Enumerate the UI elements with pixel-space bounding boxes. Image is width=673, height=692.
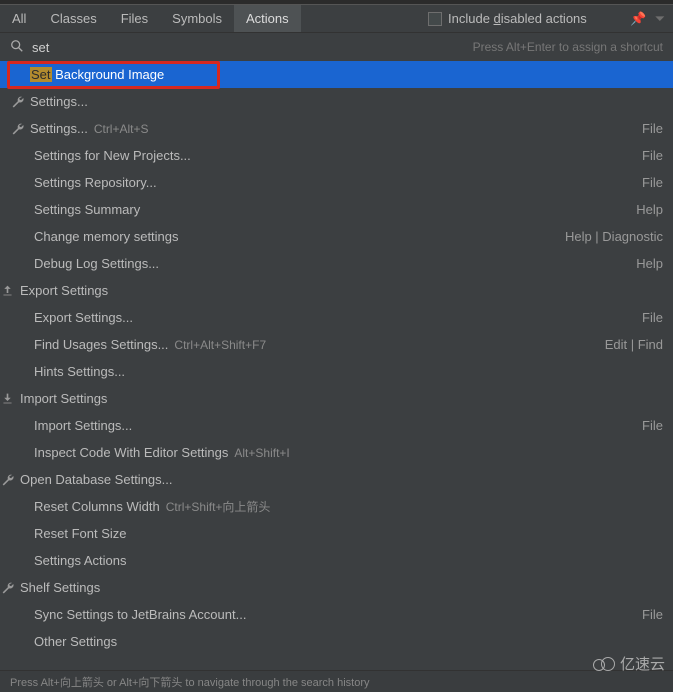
- result-label: Settings...: [30, 121, 88, 136]
- wrench-icon: [0, 581, 14, 594]
- tab-files[interactable]: Files: [109, 5, 160, 32]
- search-row: Press Alt+Enter to assign a shortcut: [0, 33, 673, 61]
- result-item[interactable]: Settings Repository... File: [0, 169, 673, 196]
- result-context: File: [642, 148, 663, 163]
- shortcut-label: Alt+Shift+I: [234, 446, 289, 460]
- result-item[interactable]: Other Settings: [0, 628, 673, 655]
- result-item[interactable]: Change memory settings Help | Diagnostic: [0, 223, 673, 250]
- result-item[interactable]: Settings... Ctrl+Alt+S File: [0, 115, 673, 142]
- result-set-background-image[interactable]: Set Background Image: [0, 61, 673, 88]
- result-item[interactable]: Sync Settings to JetBrains Account... Fil…: [0, 601, 673, 628]
- result-label: Import Settings: [20, 391, 107, 406]
- wrench-icon: [10, 95, 24, 108]
- result-label: Shelf Settings: [20, 580, 100, 595]
- pin-icon[interactable]: 📌: [630, 11, 646, 27]
- result-context: Help: [636, 256, 663, 271]
- result-label: Settings Repository...: [34, 175, 157, 190]
- wrench-icon: [10, 122, 24, 135]
- search-input[interactable]: [32, 40, 232, 55]
- result-group[interactable]: Export Settings: [0, 277, 673, 304]
- result-label: Reset Font Size: [34, 526, 127, 541]
- result-item[interactable]: Settings Summary Help: [0, 196, 673, 223]
- tab-classes[interactable]: Classes: [38, 5, 108, 32]
- result-item[interactable]: Inspect Code With Editor Settings Alt+Shi…: [0, 439, 673, 466]
- search-tabs: All Classes Files Symbols Actions Includ…: [0, 5, 673, 33]
- result-label: Debug Log Settings...: [34, 256, 159, 271]
- result-context: Help | Diagnostic: [565, 229, 663, 244]
- tab-all[interactable]: All: [0, 5, 38, 32]
- results-list: Set Background Image Settings...Settings…: [0, 61, 673, 661]
- result-group[interactable]: Shelf Settings: [0, 574, 673, 601]
- result-label: Sync Settings to JetBrains Account...: [34, 607, 246, 622]
- result-item[interactable]: Find Usages Settings... Ctrl+Alt+Shift+F7…: [0, 331, 673, 358]
- tab-actions[interactable]: Actions: [234, 5, 301, 32]
- search-icon: [10, 39, 24, 56]
- result-context: File: [642, 607, 663, 622]
- result-context: Edit | Find: [605, 337, 663, 352]
- result-group[interactable]: Import Settings: [0, 385, 673, 412]
- include-disabled-checkbox[interactable]: Include disabled actions: [428, 11, 587, 26]
- result-item[interactable]: Settings...: [0, 88, 673, 115]
- import-icon: [0, 392, 14, 405]
- watermark-logo-icon: [590, 655, 616, 673]
- result-item[interactable]: Export Settings... File: [0, 304, 673, 331]
- result-group[interactable]: Open Database Settings...: [0, 466, 673, 493]
- result-label: Reset Columns Width: [34, 499, 160, 514]
- result-context: Help: [636, 202, 663, 217]
- tab-symbols[interactable]: Symbols: [160, 5, 234, 32]
- result-label: Hints Settings...: [34, 364, 125, 379]
- shortcut-label: Ctrl+Alt+Shift+F7: [174, 338, 266, 352]
- watermark: 亿速云: [590, 653, 665, 674]
- export-icon: [0, 284, 14, 297]
- result-label: Import Settings...: [34, 418, 132, 433]
- result-label: Settings Actions: [34, 553, 127, 568]
- result-context: File: [642, 310, 663, 325]
- result-label: Settings...: [30, 94, 88, 109]
- result-item[interactable]: Project View Popup Menu Settings Group: [0, 655, 673, 661]
- wrench-icon: [0, 473, 14, 486]
- shortcut-label: Ctrl+Shift+向上箭头: [166, 498, 271, 515]
- result-item[interactable]: Hints Settings...: [0, 358, 673, 385]
- result-item[interactable]: Settings for New Projects... File: [0, 142, 673, 169]
- result-label: Export Settings...: [34, 310, 133, 325]
- result-label: Inspect Code With Editor Settings: [34, 445, 228, 460]
- result-context: File: [642, 418, 663, 433]
- result-context: File: [642, 175, 663, 190]
- result-label: Change memory settings: [34, 229, 179, 244]
- checkbox-icon: [428, 12, 442, 26]
- result-label: Find Usages Settings...: [34, 337, 168, 352]
- result-label: Export Settings: [20, 283, 108, 298]
- result-label: Settings Summary: [34, 202, 140, 217]
- result-label: Set Background Image: [30, 67, 164, 82]
- result-item[interactable]: Import Settings... File: [0, 412, 673, 439]
- result-item[interactable]: Reset Font Size: [0, 520, 673, 547]
- filter-icon[interactable]: ⏷: [655, 11, 665, 27]
- result-context: File: [642, 121, 663, 136]
- shortcut-label: Ctrl+Alt+S: [94, 122, 149, 136]
- footer-hint: Press Alt+向上箭头 or Alt+向下箭头 to navigate t…: [0, 670, 673, 692]
- result-item[interactable]: Debug Log Settings... Help: [0, 250, 673, 277]
- result-item[interactable]: Settings Actions: [0, 547, 673, 574]
- result-item[interactable]: Reset Columns Width Ctrl+Shift+向上箭头: [0, 493, 673, 520]
- result-label: Open Database Settings...: [20, 472, 172, 487]
- result-label: Other Settings: [34, 634, 117, 649]
- shortcut-hint: Press Alt+Enter to assign a shortcut: [473, 40, 663, 54]
- result-label: Settings for New Projects...: [34, 148, 191, 163]
